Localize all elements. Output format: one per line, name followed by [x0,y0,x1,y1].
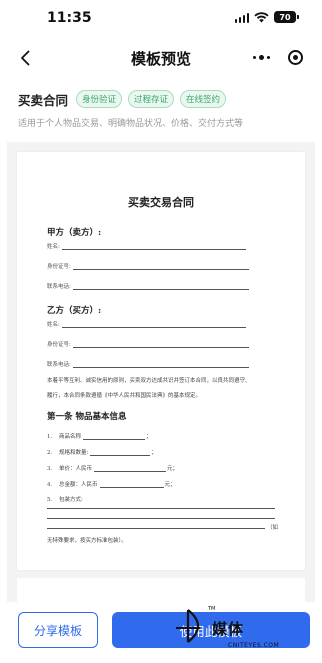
template-header: 买卖合同 身份验证 过程存证 在线签约 [18,88,308,110]
article-item: 5. 包装方式: [47,497,83,503]
watermark: TM 媒体 CNITEYES.COM [170,604,320,660]
document-preview[interactable]: 买卖交易合同 甲方（卖方）: 姓名: 身份证号: 联系电话: 乙方（买方）: 姓… [7,142,315,602]
party-a-name-field: 姓名: [47,242,246,250]
mini-program-capsule [244,42,312,72]
app-screen: 11:35 70 模板预览 买卖合同 身份验证 过程存证 在线签约 适用于个人物… [0,0,322,663]
document-next-page [17,578,305,602]
tag-online-signing: 在线签约 [180,90,227,108]
intro-line: 履行，本合同条款遵循《中华人民共和国民法典》的基本规定。 [47,393,202,399]
article-item: 3. 单价：人民币 元； [47,466,179,472]
field-label: 姓名: [47,244,60,250]
party-a-phone-field: 联系电话: [47,282,249,290]
status-bar: 11:35 70 [0,0,322,36]
share-template-button[interactable]: 分享模板 [18,612,98,648]
party-a-id-field: 身份证号: [47,262,249,270]
more-icon[interactable] [244,42,278,72]
signal-icon [234,12,249,23]
tag-process-evidence: 过程存证 [128,90,175,108]
party-b-name-field: 姓名: [47,320,246,328]
watermark-text: 媒体 [212,620,245,638]
field-label: 身份证号: [47,342,71,348]
watermark-logo-icon [176,609,200,643]
party-b-heading: 乙方（买方）: [47,306,102,316]
party-b-phone-field: 联系电话: [47,360,249,368]
status-time: 11:35 [47,10,92,26]
wifi-icon [254,11,269,22]
document-page: 买卖交易合同 甲方（卖方）: 姓名: 身份证号: 联系电话: 乙方（买方）: 姓… [17,152,305,570]
watermark-tm: TM [208,606,216,612]
watermark-site: CNITEYES.COM [228,642,280,649]
blank-line [47,518,275,519]
template-name: 买卖合同 [18,92,69,108]
field-label: 姓名: [47,322,60,328]
blank-line [47,528,265,529]
tag-identity-verification: 身份验证 [76,90,123,108]
article-1-heading: 第一条 物品基本信息 [47,412,127,422]
article-item: 4. 总金额：人民币 元； [47,482,176,488]
article-item: 2. 规格和数量:； [47,450,157,456]
field-label: 联系电话: [47,362,71,368]
battery-icon: 70 [274,11,299,23]
field-label: 身份证号: [47,264,71,270]
blank-line [47,508,275,509]
packaging-note: 无特殊要求，按买方标准包装）。 [47,538,127,544]
intro-paragraph: 本着平等互利、诚实信用的原则，买卖双方达成共识并签订本合同，以良共同遵守、 履行… [47,374,275,404]
close-target-icon[interactable] [278,42,312,72]
nav-bar: 模板预览 [0,36,322,80]
template-description: 适用于个人物品交易、明确物品状况、价格、交付方式等 [18,119,244,129]
field-label: 联系电话: [47,284,71,290]
party-a-heading: 甲方（卖方）: [47,228,102,238]
party-b-id-field: 身份证号: [47,340,249,348]
intro-line: 本着平等互利、诚实信用的原则，买卖双方达成共识并签订本合同，以良共同遵守、 [47,378,251,384]
status-icons: 70 [234,11,299,23]
paren-text: （如 [267,525,279,531]
document-title: 买卖交易合同 [128,196,194,209]
article-item: 1. 商品名称； [47,434,152,440]
